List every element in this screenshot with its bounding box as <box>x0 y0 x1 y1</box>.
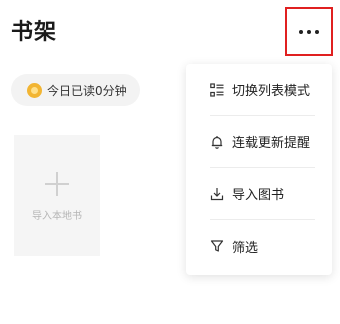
menu-item-list-mode[interactable]: 切换列表模式 <box>210 64 315 116</box>
filter-icon <box>210 239 224 253</box>
plus-icon <box>45 172 69 196</box>
menu-item-filter[interactable]: 筛选 <box>210 220 315 272</box>
coin-icon <box>27 82 42 98</box>
menu-item-label: 切换列表模式 <box>232 84 311 99</box>
more-options-menu: 切换列表模式 连载更新提醒 导入图书 筛选 <box>186 64 332 275</box>
import-local-book-label: 导入本地书 <box>32 211 82 222</box>
import-local-book-card[interactable]: 导入本地书 <box>14 135 100 256</box>
page-title: 书架 <box>11 20 58 45</box>
menu-item-update-reminder[interactable]: 连载更新提醒 <box>210 116 315 168</box>
menu-item-label: 筛选 <box>232 240 259 256</box>
list-mode-icon <box>210 82 224 97</box>
download-icon <box>210 187 224 201</box>
bell-icon <box>210 135 224 149</box>
more-icon <box>299 29 319 34</box>
menu-item-import-books[interactable]: 导入图书 <box>210 168 315 220</box>
reading-time-badge[interactable]: 今日已读0分钟 <box>11 74 140 106</box>
more-options-button[interactable] <box>285 7 333 56</box>
reading-time-text: 今日已读0分钟 <box>47 83 127 98</box>
menu-item-label: 导入图书 <box>232 188 285 203</box>
menu-item-label: 连载更新提醒 <box>232 136 311 151</box>
